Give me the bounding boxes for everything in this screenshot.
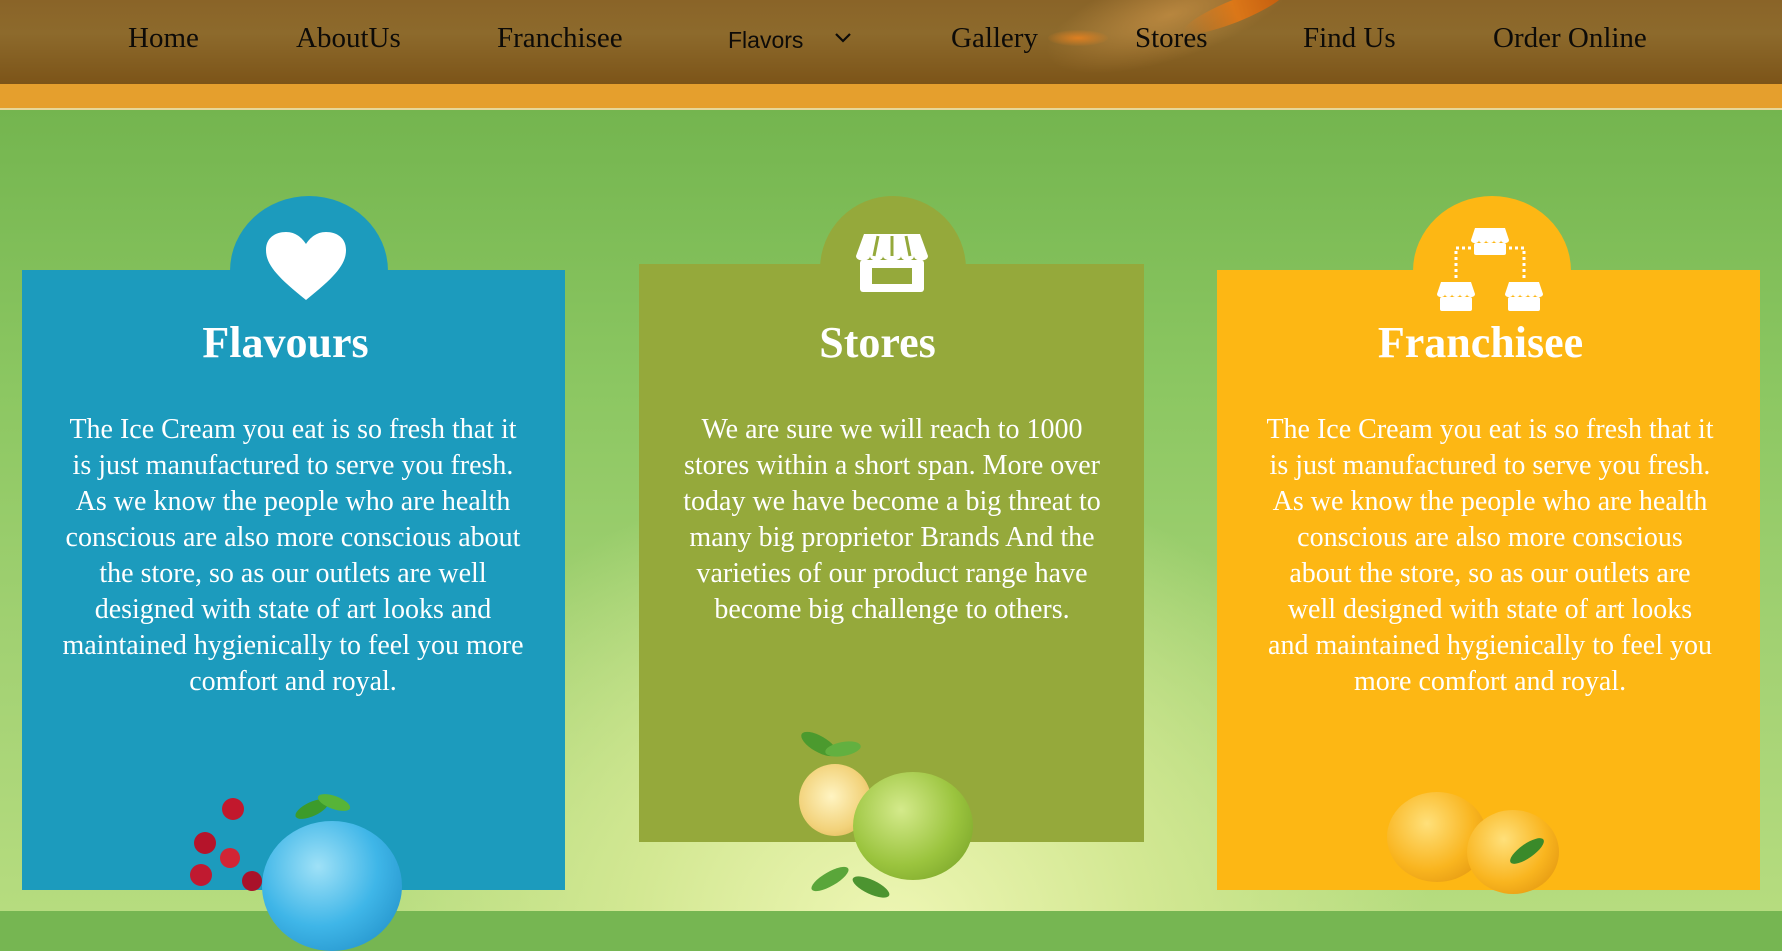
nav-home-link[interactable]: Home	[128, 18, 199, 58]
heart-icon	[266, 232, 346, 300]
nav-findus-link[interactable]: Find Us	[1303, 18, 1396, 58]
card-description: The Ice Cream you eat is so fresh that i…	[62, 414, 524, 697]
franchise-network-icon	[1437, 228, 1543, 311]
nav-flavors-dropdown[interactable]: Flavors	[728, 20, 803, 60]
top-navigation: Home AboutUs Franchisee Flavors Gallery …	[0, 0, 1782, 84]
flavours-card[interactable]: Flavours The Ice Cream you eat is so fre…	[22, 196, 565, 951]
card-title: Franchisee	[1377, 318, 1584, 367]
chevron-down-icon[interactable]	[832, 27, 854, 49]
franchisee-card[interactable]: Franchisee The Ice Cream you eat is so f…	[1217, 196, 1760, 894]
card-description: We are sure we will reach to 1000 stores…	[683, 414, 1101, 625]
store-icon	[856, 234, 928, 292]
card-title: Flavours	[202, 318, 369, 367]
nav-gallery-link[interactable]: Gallery	[951, 18, 1038, 58]
card-description: The Ice Cream you eat is so fresh that i…	[1266, 414, 1714, 697]
stores-card[interactable]: Stores We are sure we will reach to 1000…	[639, 196, 1144, 902]
nav-stores-link[interactable]: Stores	[1135, 18, 1208, 58]
nav-aboutus-link[interactable]: AboutUs	[296, 18, 401, 58]
card-title: Stores	[819, 318, 936, 367]
nav-order-online-link[interactable]: Order Online	[1493, 18, 1647, 58]
nav-background-caramel-drop	[1048, 30, 1108, 46]
nav-orange-stripe	[0, 84, 1782, 108]
nav-franchisee-link[interactable]: Franchisee	[497, 18, 623, 58]
